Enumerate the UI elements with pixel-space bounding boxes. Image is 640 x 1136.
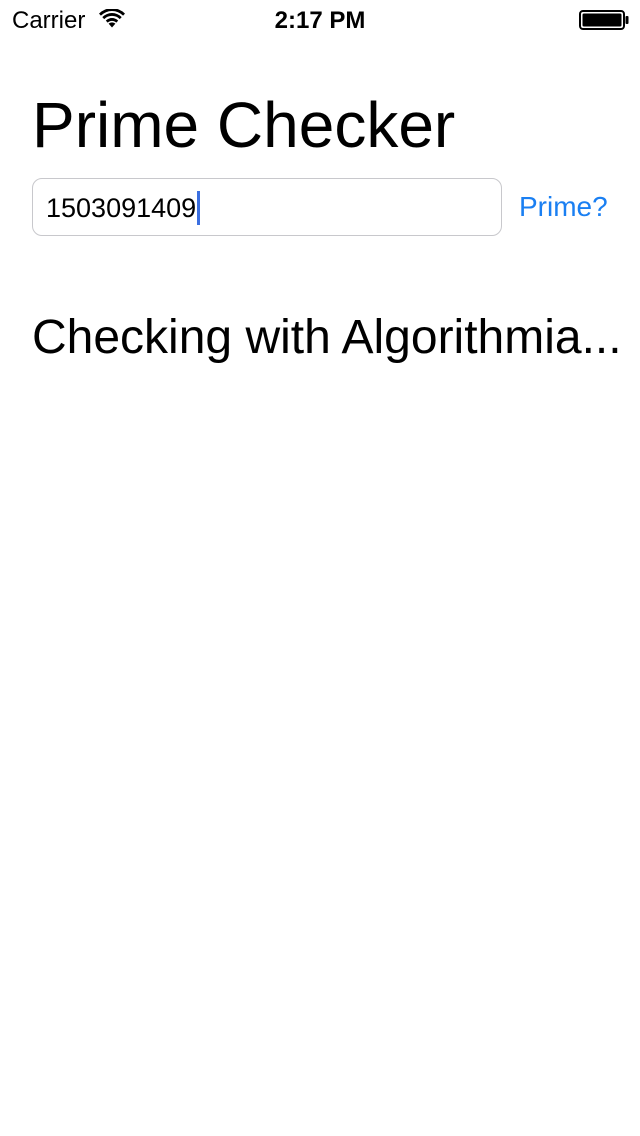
number-input-text: 1503091409 — [46, 193, 197, 223]
number-input[interactable]: 1503091409 — [32, 178, 502, 236]
number-input-value[interactable]: 1503091409 — [46, 190, 201, 225]
battery-icon — [579, 10, 629, 30]
status-bar: Carrier 2:17 PM — [0, 0, 640, 40]
page-title: Prime Checker — [32, 89, 456, 161]
text-caret — [197, 190, 201, 225]
check-prime-button[interactable]: Prime? — [519, 191, 608, 223]
app-screen: Carrier 2:17 PM Prime Checker 1503091409… — [0, 0, 640, 1136]
status-time: 2:17 PM — [274, 7, 366, 34]
result-status-text: Checking with Algorithmia... — [32, 311, 622, 364]
